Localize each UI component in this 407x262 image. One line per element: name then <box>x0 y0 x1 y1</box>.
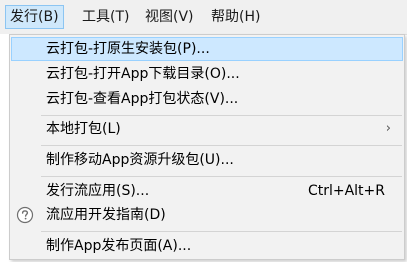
menu-separator <box>41 231 402 232</box>
menu-separator <box>41 145 402 146</box>
menu-tools[interactable]: 工具(T) <box>82 5 129 29</box>
menu-item-label: 制作移动App资源升级包(U)... <box>46 152 234 168</box>
menu-item-local-build[interactable]: 本地打包(L) › <box>11 117 403 141</box>
menu-item-make-upgrade-package[interactable]: 制作移动App资源升级包(U)... <box>11 148 403 172</box>
menu-item-make-release-page[interactable]: 制作App发布页面(A)... <box>11 234 403 258</box>
menu-item-view-build-status[interactable]: 云打包-查看App打包状态(V)... <box>11 87 403 111</box>
publish-dropdown-menu: 云打包-打原生安装包(P)... 云打包-打开App下载目录(O)... 云打包… <box>9 34 405 260</box>
menu-item-cloud-build-native[interactable]: 云打包-打原生安装包(P)... <box>11 37 403 61</box>
menu-item-label: 云打包-打原生安装包(P)... <box>46 41 210 57</box>
menu-publish[interactable]: 发行(B) <box>5 5 64 29</box>
app-window: 发行(B) 工具(T) 视图(V) 帮助(H) 云打包-打原生安装包(P)...… <box>0 0 407 262</box>
menu-item-stream-app-guide[interactable]: 流应用开发指南(D) <box>11 203 403 227</box>
menu-bar: 发行(B) 工具(T) 视图(V) 帮助(H) <box>0 0 407 35</box>
menu-item-label: 发行流应用(S)... <box>46 183 150 199</box>
menu-item-label: 云打包-打开App下载目录(O)... <box>46 66 240 82</box>
menu-separator <box>41 115 402 116</box>
chevron-right-icon: › <box>385 121 391 136</box>
menu-help[interactable]: 帮助(H) <box>211 5 260 29</box>
menu-item-label: 本地打包(L) <box>46 121 121 137</box>
menu-item-publish-stream-app[interactable]: 发行流应用(S)... Ctrl+Alt+R <box>11 179 403 203</box>
menu-item-open-download-dir[interactable]: 云打包-打开App下载目录(O)... <box>11 62 403 86</box>
help-circle-icon <box>16 206 34 224</box>
menu-item-label: 制作App发布页面(A)... <box>46 238 192 254</box>
menu-view[interactable]: 视图(V) <box>145 5 194 29</box>
menu-item-shortcut: Ctrl+Alt+R <box>307 183 385 199</box>
menu-item-label: 云打包-查看App打包状态(V)... <box>46 91 239 107</box>
menu-item-label: 流应用开发指南(D) <box>46 207 166 223</box>
menu-separator <box>41 176 402 177</box>
